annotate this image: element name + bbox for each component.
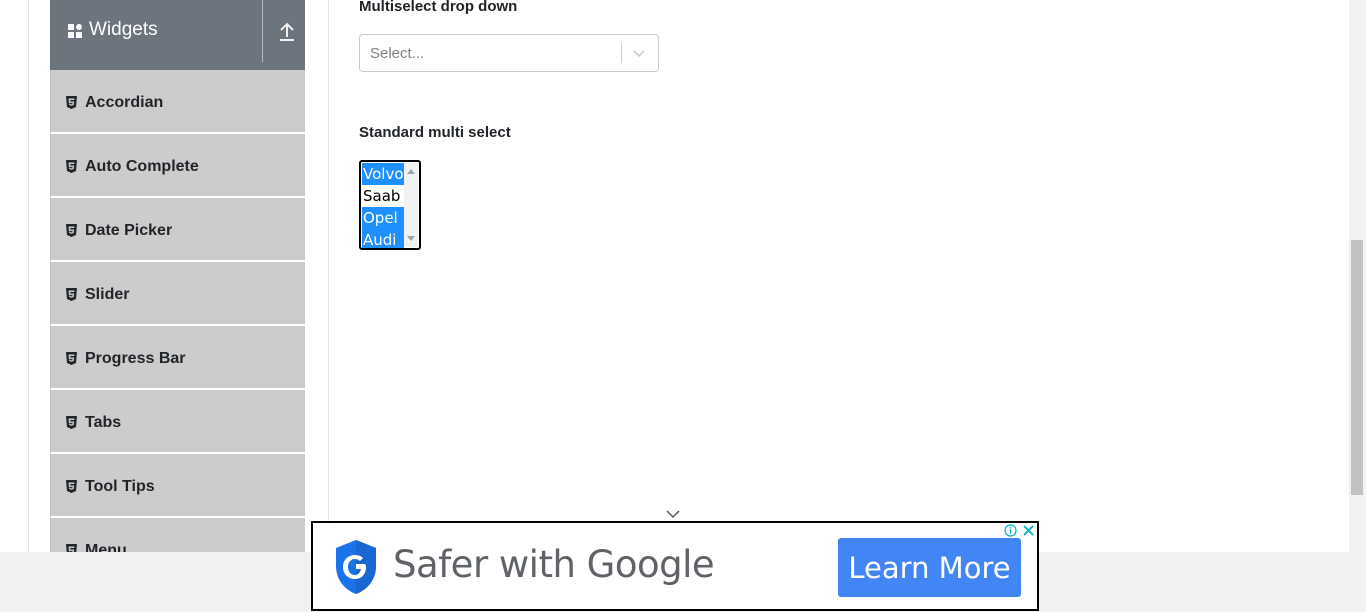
listbox-option[interactable]: Saab: [362, 185, 404, 207]
chevron-down-icon[interactable]: [665, 508, 681, 520]
standard-multiselect-label: Standard multi select: [359, 124, 511, 141]
sidebar-item-accordian[interactable]: Accordian: [50, 70, 305, 134]
google-shield-icon: [336, 540, 376, 594]
multiselect-placeholder: Select...: [370, 45, 425, 62]
sidebar-item-label: Tabs: [85, 414, 122, 431]
sidebar-menu: Accordian Auto Complete Date Picker Slider P…: [50, 70, 305, 582]
header-separator: [262, 0, 263, 62]
indicator-separator: [621, 43, 622, 63]
scrollbar-thumb[interactable]: [1351, 240, 1363, 495]
sidebar-item-progress-bar[interactable]: Progress Bar: [50, 326, 305, 390]
html5-icon: [66, 96, 77, 109]
ad-banner[interactable]: Safer with Google Learn More: [311, 521, 1039, 611]
sidebar-item-label: Slider: [85, 286, 130, 303]
sidebar-item-tool-tips[interactable]: Tool Tips: [50, 454, 305, 518]
grid-icon: [68, 24, 82, 38]
sidebar-group-widgets[interactable]: Widgets: [50, 0, 305, 70]
scroll-down-arrow-icon[interactable]: [407, 236, 415, 241]
html5-icon: [66, 416, 77, 429]
scroll-up-arrow-icon[interactable]: [407, 169, 415, 174]
sidebar-item-label: Date Picker: [85, 222, 173, 239]
listbox-option[interactable]: Volvo: [362, 163, 404, 185]
page-border-line: [28, 0, 29, 552]
sidebar-group-title: Widgets: [89, 19, 158, 40]
multiselect-dropdown[interactable]: Select...: [359, 34, 659, 72]
sidebar-item-slider[interactable]: Slider: [50, 262, 305, 326]
sidebar-item-date-picker[interactable]: Date Picker: [50, 198, 305, 262]
chevron-down-icon[interactable]: [632, 46, 646, 60]
standard-multiselect-listbox[interactable]: Volvo Saab Opel Audi: [359, 160, 421, 250]
html5-icon: [66, 160, 77, 173]
arrow-up-icon[interactable]: [278, 22, 296, 42]
sidebar-item-label: Progress Bar: [85, 350, 186, 367]
sidebar-item-auto-complete[interactable]: Auto Complete: [50, 134, 305, 198]
sidebar-item-label: Auto Complete: [85, 158, 199, 175]
sidebar-item-label: Tool Tips: [85, 478, 155, 495]
sidebar-item-tabs[interactable]: Tabs: [50, 390, 305, 454]
ad-brand-text: Safer with Google: [393, 543, 715, 586]
html5-icon: [66, 224, 77, 237]
listbox-option[interactable]: Audi: [362, 229, 404, 248]
sidebar-item-label: Accordian: [85, 94, 164, 111]
info-icon[interactable]: [1004, 524, 1017, 537]
html5-icon: [66, 288, 77, 301]
learn-more-button[interactable]: Learn More: [838, 538, 1021, 597]
html5-icon: [66, 480, 77, 493]
sidebar-divider: [328, 0, 329, 552]
listbox-option[interactable]: Opel: [362, 207, 404, 229]
listbox-scrollbar[interactable]: [404, 163, 418, 247]
page-scrollbar[interactable]: [1349, 0, 1366, 552]
html5-icon: [66, 352, 77, 365]
multiselect-label: Multiselect drop down: [359, 0, 518, 15]
close-icon[interactable]: [1021, 523, 1036, 538]
